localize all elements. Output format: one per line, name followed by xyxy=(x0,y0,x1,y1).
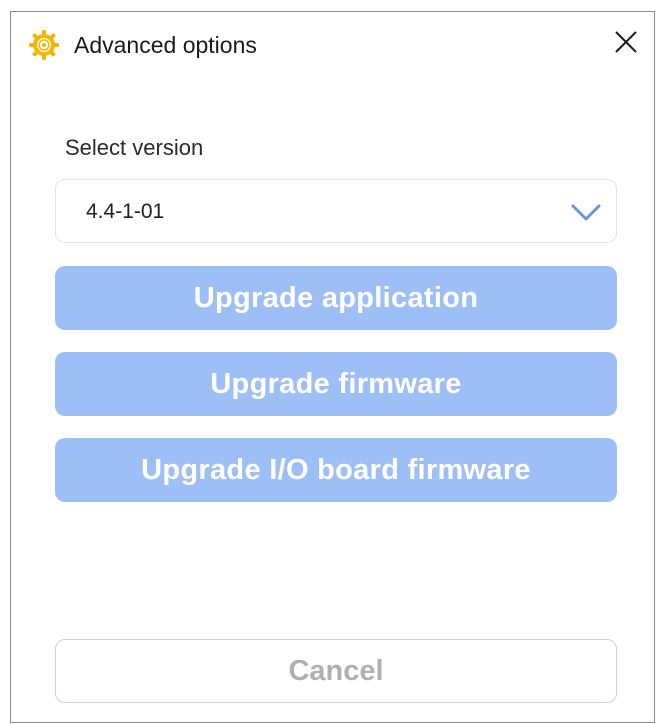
close-button[interactable] xyxy=(606,24,646,64)
title-bar: Advanced options xyxy=(11,12,654,78)
advanced-options-dialog: Advanced options Select version 4.4-1-01… xyxy=(10,11,655,723)
upgrade-application-button[interactable]: Upgrade application xyxy=(55,266,617,330)
version-select-value: 4.4-1-01 xyxy=(86,200,165,223)
gear-sun-icon xyxy=(28,29,60,61)
chevron-down-icon xyxy=(570,198,602,226)
upgrade-io-board-firmware-button[interactable]: Upgrade I/O board firmware xyxy=(55,438,617,502)
upgrade-firmware-button[interactable]: Upgrade firmware xyxy=(55,352,617,416)
select-version-label: Select version xyxy=(65,135,204,160)
cancel-button[interactable]: Cancel xyxy=(55,639,617,703)
version-select[interactable]: 4.4-1-01 xyxy=(55,179,617,243)
dialog-title: Advanced options xyxy=(74,32,257,58)
close-icon xyxy=(614,30,638,59)
